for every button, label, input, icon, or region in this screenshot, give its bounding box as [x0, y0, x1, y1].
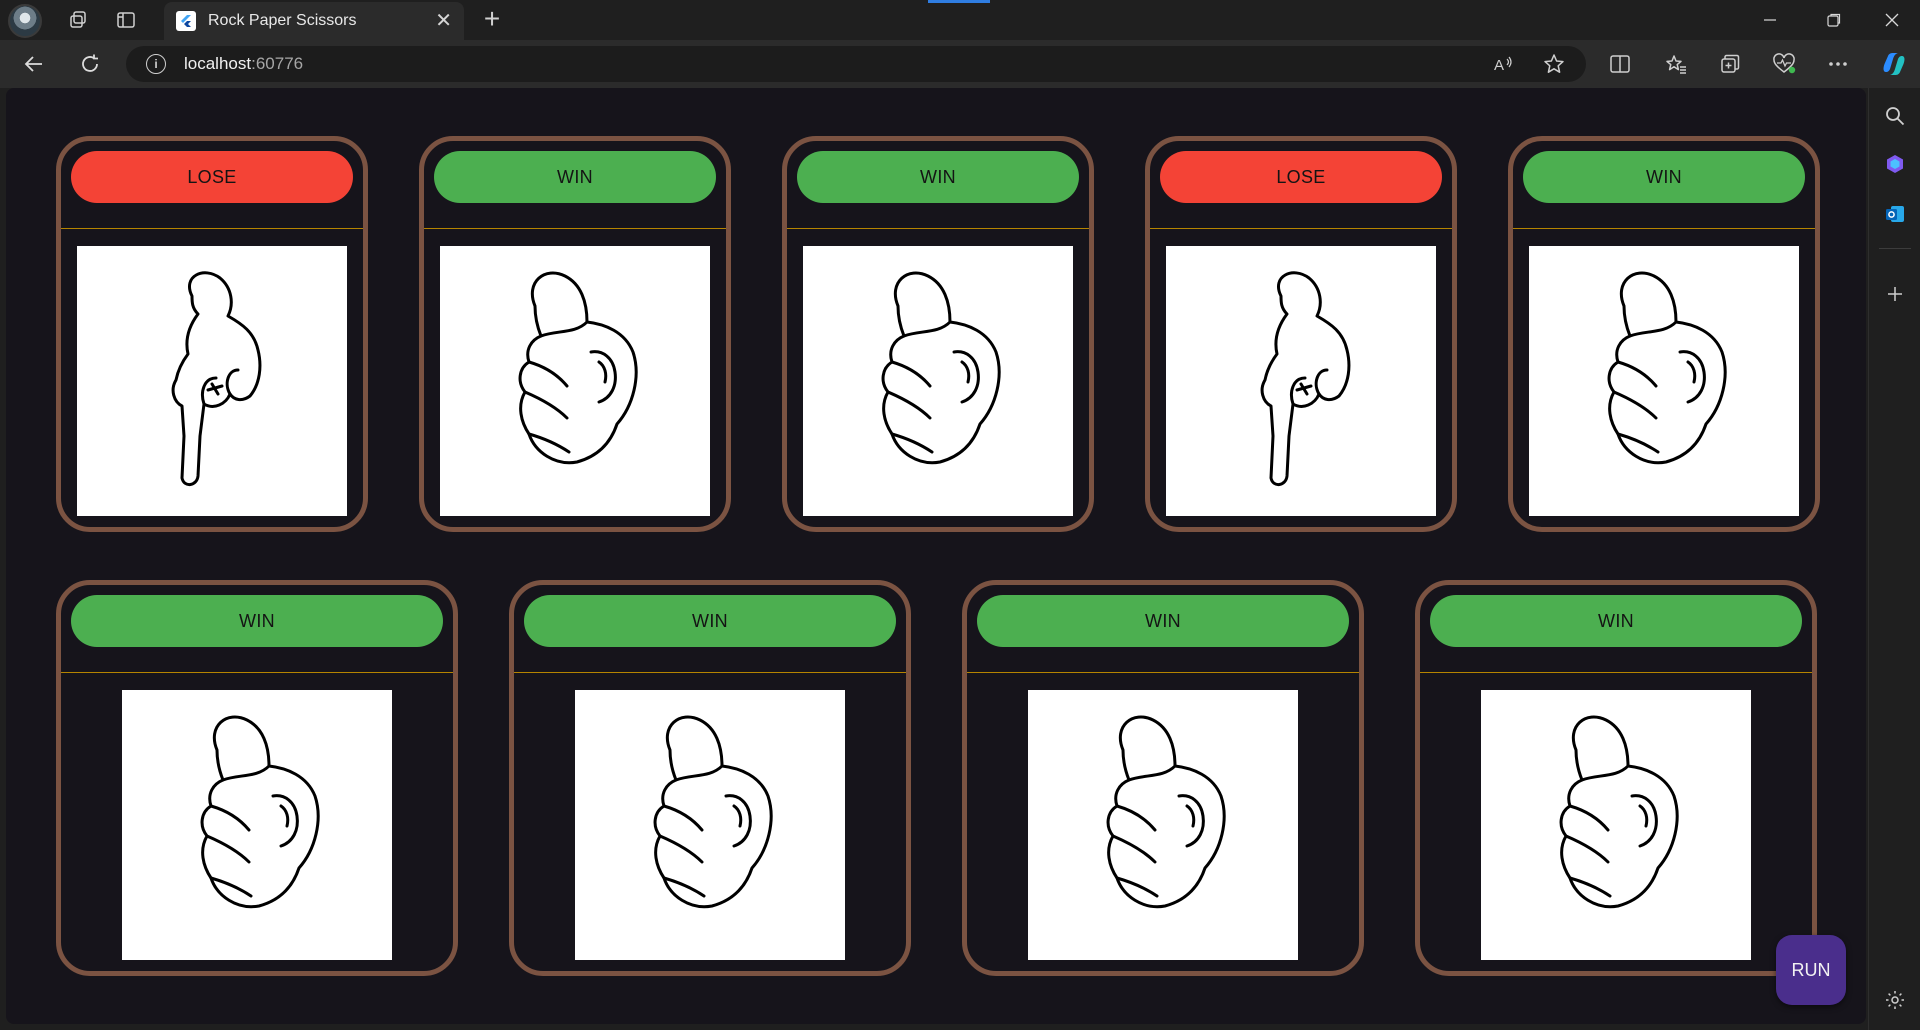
- url-port: :60776: [251, 54, 304, 73]
- card-header: LOSE: [61, 141, 363, 229]
- card-header: LOSE: [1150, 141, 1452, 229]
- result-label: WIN: [1598, 610, 1634, 631]
- scissors-hand-image: [1166, 246, 1436, 516]
- card-header: WIN: [967, 585, 1359, 673]
- game-page: LOSE WIN WIN LOSE WIN WIN WIN WIN WIN: [6, 88, 1866, 1024]
- result-badge: WIN: [524, 595, 896, 647]
- search-icon[interactable]: [1879, 100, 1911, 132]
- collections-icon[interactable]: [1712, 46, 1748, 82]
- flutter-favicon-icon: [176, 11, 196, 31]
- result-badge: LOSE: [1160, 151, 1442, 203]
- result-badge: WIN: [434, 151, 716, 203]
- svg-text:A: A: [1494, 57, 1504, 74]
- result-card: WIN: [419, 136, 731, 532]
- edge-sidebar: [1868, 88, 1920, 1030]
- browser-titlebar: Rock Paper Scissors ✕ +: [0, 0, 1920, 40]
- result-label: WIN: [1145, 610, 1181, 631]
- result-badge: LOSE: [71, 151, 353, 203]
- result-card: WIN: [1508, 136, 1820, 532]
- sidebar-settings-icon[interactable]: [1879, 984, 1911, 1016]
- result-badge: WIN: [71, 595, 443, 647]
- run-button[interactable]: RUN: [1776, 935, 1846, 1005]
- result-card: LOSE: [56, 136, 368, 532]
- back-icon[interactable]: [16, 48, 52, 80]
- close-tab-icon[interactable]: ✕: [435, 11, 452, 31]
- workspaces-icon[interactable]: [58, 4, 98, 36]
- rock-hand-image: [1028, 690, 1298, 960]
- rock-hand-image: [122, 690, 392, 960]
- card-header: WIN: [787, 141, 1089, 229]
- tab-actions-icon[interactable]: [106, 4, 146, 36]
- card-header: WIN: [1513, 141, 1815, 229]
- result-badge: WIN: [977, 595, 1349, 647]
- split-screen-icon[interactable]: [1602, 46, 1638, 82]
- scissors-hand-image: [77, 246, 347, 516]
- card-header: WIN: [514, 585, 906, 673]
- browser-toolbar: i localhost:60776 A: [0, 40, 1920, 88]
- rock-hand-image: [803, 246, 1073, 516]
- new-tab-icon[interactable]: +: [474, 4, 510, 36]
- sidebar-divider: [1879, 248, 1911, 249]
- card-header: WIN: [61, 585, 453, 673]
- rock-hand-image: [1481, 690, 1751, 960]
- result-badge: WIN: [797, 151, 1079, 203]
- result-card: WIN: [962, 580, 1364, 976]
- restore-icon[interactable]: [1806, 0, 1862, 40]
- card-header: WIN: [1420, 585, 1812, 673]
- run-button-label: RUN: [1791, 959, 1831, 980]
- result-card: WIN: [782, 136, 1094, 532]
- favorites-icon[interactable]: [1658, 46, 1694, 82]
- result-badge: WIN: [1430, 595, 1802, 647]
- add-sidebar-app-icon[interactable]: [1879, 278, 1911, 310]
- browser-tab[interactable]: Rock Paper Scissors ✕: [164, 2, 464, 40]
- refresh-icon[interactable]: [72, 48, 108, 80]
- browser-essentials-icon[interactable]: [1766, 46, 1802, 82]
- result-card: LOSE: [1145, 136, 1457, 532]
- rock-hand-image: [575, 690, 845, 960]
- copilot-icon[interactable]: [1876, 46, 1912, 82]
- outlook-icon[interactable]: [1879, 198, 1911, 230]
- result-label: WIN: [692, 610, 728, 631]
- address-bar[interactable]: i localhost:60776: [126, 46, 1586, 82]
- result-label: WIN: [239, 610, 275, 631]
- card-header: WIN: [424, 141, 726, 229]
- minimize-icon[interactable]: [1742, 0, 1798, 40]
- tab-title: Rock Paper Scissors: [208, 12, 357, 29]
- result-card: WIN: [509, 580, 911, 976]
- site-info-icon[interactable]: i: [146, 54, 166, 74]
- more-menu-icon[interactable]: [1820, 46, 1856, 82]
- url-host: localhost: [184, 54, 252, 73]
- rock-hand-image: [1529, 246, 1799, 516]
- result-label: WIN: [920, 166, 956, 187]
- result-label: WIN: [1646, 166, 1682, 187]
- read-aloud-icon[interactable]: A: [1486, 46, 1522, 82]
- result-label: LOSE: [187, 166, 237, 187]
- profile-avatar[interactable]: [8, 4, 42, 38]
- result-card: WIN: [1415, 580, 1817, 976]
- result-label: LOSE: [1276, 166, 1326, 187]
- result-label: WIN: [557, 166, 593, 187]
- result-badge: WIN: [1523, 151, 1805, 203]
- titlebar-accent: [928, 0, 990, 3]
- copilot-sidebar-icon[interactable]: [1879, 148, 1911, 180]
- result-card: WIN: [56, 580, 458, 976]
- close-window-icon[interactable]: [1864, 0, 1920, 40]
- rock-hand-image: [440, 246, 710, 516]
- favorite-star-icon[interactable]: [1536, 46, 1572, 82]
